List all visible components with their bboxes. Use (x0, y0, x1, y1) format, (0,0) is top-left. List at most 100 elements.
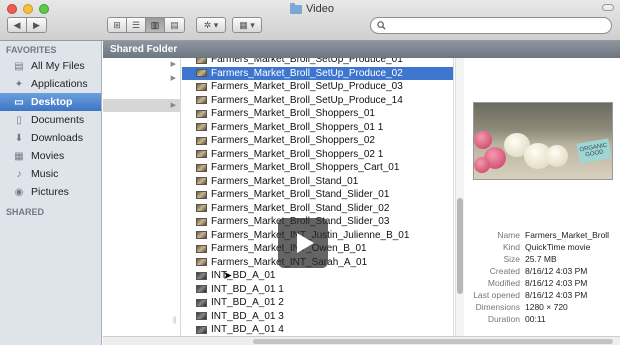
file-name: Farmers_Market_Broll_SetUp_Produce_03 (211, 81, 403, 93)
file-name: INT_BD_A_01 (211, 270, 276, 282)
file-name: INT_BD_A_01 2 (211, 297, 284, 309)
parent-column-row-selected[interactable]: ▶ (103, 98, 180, 112)
file-row[interactable]: Farmers_Market_Broll_SetUp_Produce_14 (182, 94, 453, 108)
file-name: Farmers_Market_Broll_SetUp_Produce_01 (211, 58, 403, 66)
column-resize-handle[interactable]: || (173, 317, 177, 324)
sidebar-item-desktop[interactable]: ▭ Desktop (0, 93, 101, 111)
movie-file-icon (196, 298, 207, 307)
info-value: 8/16/12 4:03 PM (525, 266, 588, 276)
folder-icon (290, 2, 302, 14)
scrollbar-thumb[interactable] (457, 198, 463, 294)
icon-view-button[interactable]: ⊞ (108, 18, 127, 32)
sidebar-item-applications[interactable]: ✦ Applications (0, 75, 101, 93)
sidebar-item-movies[interactable]: ▦ Movies (0, 147, 101, 165)
search-field[interactable] (370, 17, 612, 34)
sidebar-item-downloads[interactable]: ⬇ Downloads (0, 129, 101, 147)
sidebar-item-label: Pictures (31, 186, 69, 198)
close-window-button[interactable] (7, 4, 17, 14)
action-menu-button[interactable]: ✲ ▾ (196, 17, 226, 33)
info-key: Name (497, 230, 520, 240)
file-row[interactable]: INT_BD_A_01 2 (182, 296, 453, 310)
file-row[interactable]: Farmers_Market_Broll_Stand_01 (182, 175, 453, 189)
file-info-panel: Name Farmers_Market_Broll_SetUp_Produce_.… (465, 229, 620, 325)
sidebar-item-label: Desktop (31, 96, 73, 108)
movie-file-icon (196, 204, 207, 213)
parent-column-row[interactable] (103, 85, 180, 99)
favorites-heading: FAVORITES (6, 45, 57, 55)
movie-file-icon (196, 285, 207, 294)
info-row-created: Created 8/16/12 4:03 PM (465, 265, 620, 277)
view-mode-control: ⊞ ☰ ▥ ▤ (107, 17, 185, 33)
file-row[interactable]: Farmers_Market_Broll_Shoppers_01 (182, 107, 453, 121)
file-name: Farmers_Market_Broll_Shoppers_01 (211, 108, 375, 120)
movies-icon: ▦ (14, 150, 24, 162)
window-title: Video (290, 2, 334, 16)
info-row-duration: Duration 00:11 (465, 313, 620, 325)
arrange-menu-button[interactable]: ▦ ▾ (232, 17, 262, 33)
movie-file-icon (196, 82, 207, 91)
movie-file-icon (196, 96, 207, 105)
parent-column-row[interactable]: ▶ (103, 58, 180, 72)
info-value: 25.7 MB (525, 254, 557, 264)
forward-button[interactable]: ▶ (27, 18, 46, 32)
file-name: Farmers_Market_Broll_SetUp_Produce_02 (211, 67, 403, 79)
sidebar-item-label: Movies (31, 150, 65, 162)
sidebar-item-documents[interactable]: ▯ Documents (0, 111, 101, 129)
file-row-selected[interactable]: Farmers_Market_Broll_SetUp_Produce_02 (182, 66, 453, 80)
back-button[interactable]: ◀ (8, 18, 27, 32)
file-row[interactable]: INT_BD_A_01 3 (182, 310, 453, 324)
parent-column[interactable]: ▶ ▶ ▶ || (103, 58, 181, 336)
horizontal-scrollbar-thumb[interactable] (253, 339, 613, 344)
shared-heading: SHARED (6, 207, 45, 217)
disclosure-arrow-icon: ▶ (170, 74, 176, 82)
coverflow-view-button[interactable]: ▤ (165, 18, 184, 32)
sidebar-item-all-my-files[interactable]: ▤ All My Files (0, 57, 101, 75)
movie-file-icon (196, 69, 207, 78)
file-row[interactable]: Farmers_Market_Broll_SetUp_Produce_01 (182, 58, 453, 67)
sidebar-item-music[interactable]: ♪ Music (0, 165, 101, 183)
file-name: INT_BD_A_01 1 (211, 283, 284, 295)
file-name: Farmers_Market_Broll_Stand_Slider_02 (211, 202, 390, 214)
list-view-button[interactable]: ☰ (127, 18, 146, 32)
video-preview-thumbnail[interactable]: ORGANIC GOOD (473, 102, 613, 180)
parent-column-row[interactable]: ▶ (103, 72, 180, 86)
minimize-window-button[interactable] (23, 4, 33, 14)
file-row[interactable]: INT_BD_A_01 4 (182, 323, 453, 336)
toolbar-toggle-button[interactable] (602, 4, 614, 11)
play-icon (296, 233, 314, 253)
sidebar: FAVORITES ▤ All My Files ✦ Applications ▭ Des… (0, 41, 102, 345)
zoom-window-button[interactable] (39, 4, 49, 14)
file-row[interactable]: Farmers_Market_Broll_Shoppers_02 1 (182, 148, 453, 162)
column-view-button[interactable]: ▥ (146, 18, 165, 32)
file-row[interactable]: INT_BD_A_01 1 (182, 283, 453, 297)
file-list-column[interactable]: Farmers_Market_Broll_SetUp_Produce_01 Far… (182, 58, 454, 336)
file-name: INT_BD_A_01 4 (211, 324, 284, 336)
file-list-scrollbar[interactable] (455, 58, 464, 336)
info-value: 1280 × 720 (525, 302, 568, 312)
info-value: Farmers_Market_Broll_SetUp_Produce_... (525, 230, 609, 240)
search-input[interactable] (390, 20, 600, 31)
sidebar-item-pictures[interactable]: ◉ Pictures (0, 183, 101, 201)
preview-column: ORGANIC GOOD Name Farmers_Market_Broll_Se… (465, 58, 620, 336)
info-key: Size (503, 254, 520, 264)
file-row[interactable]: Farmers_Market_Broll_Shoppers_Cart_01 (182, 161, 453, 175)
file-row[interactable]: Farmers_Market_Broll_Stand_Slider_01 (182, 188, 453, 202)
file-name: Farmers_Market_Broll_Shoppers_02 (211, 135, 375, 147)
info-value: 00:11 (525, 314, 546, 324)
movie-file-icon (196, 150, 207, 159)
info-row-kind: Kind QuickTime movie (465, 241, 620, 253)
info-key: Duration (487, 314, 520, 324)
disclosure-arrow-icon: ▶ (170, 101, 176, 109)
movie-file-icon (196, 325, 207, 334)
file-row[interactable]: Farmers_Market_Broll_Stand_Slider_02 (182, 202, 453, 216)
file-name: Farmers_Market_Broll_Shoppers_Cart_01 (211, 162, 400, 174)
desktop-icon: ▭ (14, 96, 24, 108)
file-row[interactable]: Farmers_Market_Broll_Shoppers_01 1 (182, 121, 453, 135)
search-icon (377, 21, 386, 30)
file-row[interactable]: Farmers_Market_Broll_Shoppers_02 (182, 134, 453, 148)
quicklook-play-button[interactable] (278, 218, 328, 268)
info-key: Modified (487, 278, 520, 288)
file-row[interactable]: Farmers_Market_Broll_SetUp_Produce_03 (182, 80, 453, 94)
movie-file-icon (196, 217, 207, 226)
info-key: Dimensions (475, 302, 520, 312)
